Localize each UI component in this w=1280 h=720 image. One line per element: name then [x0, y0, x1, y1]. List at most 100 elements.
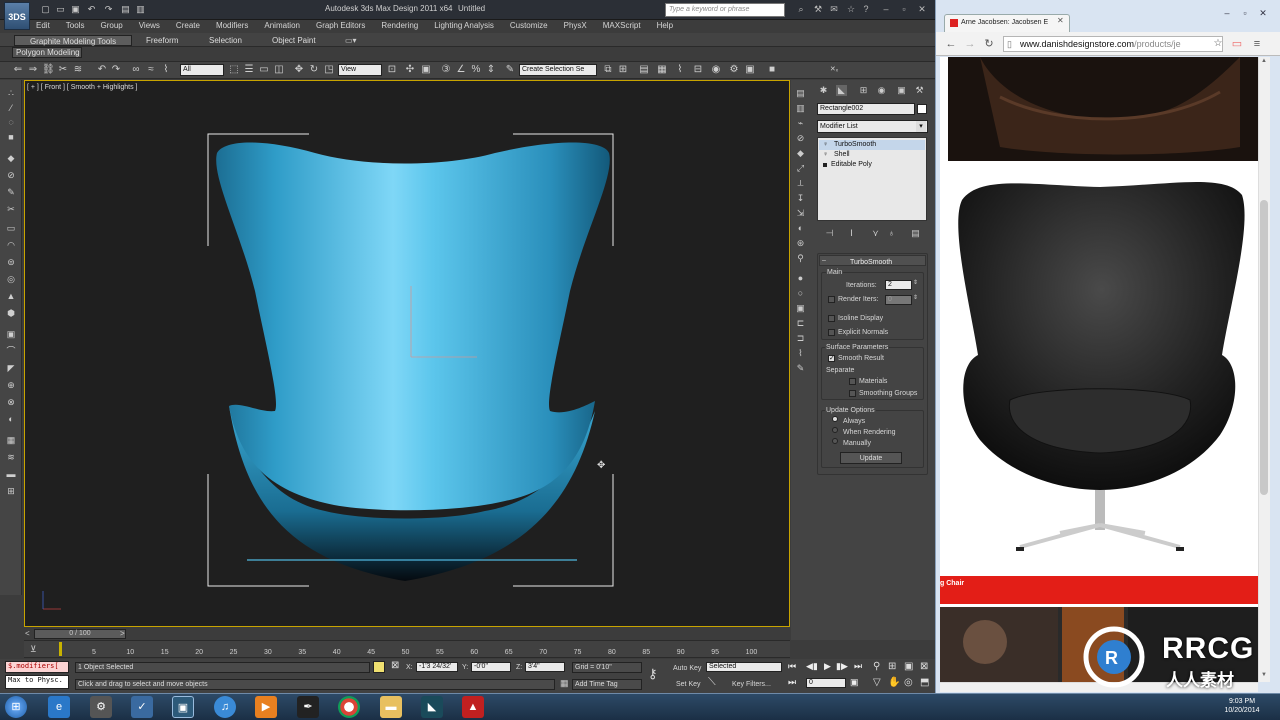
make-unique-icon[interactable]: ⋎	[870, 228, 881, 239]
modify-panel-icon[interactable]: ◣	[836, 85, 847, 96]
time-tag-icon[interactable]: ▦	[560, 678, 569, 689]
angle-snap-icon[interactable]: ∠	[455, 64, 467, 76]
create-panel-icon[interactable]: ✱	[818, 85, 829, 96]
modeling-icon-10[interactable]: ◐	[795, 223, 806, 234]
percent-snap-icon[interactable]: %	[470, 64, 482, 76]
3dsmax-taskbar-icon[interactable]: ▣	[172, 696, 194, 718]
render-setup-icon[interactable]: ⚙	[728, 64, 740, 76]
tab-freeform[interactable]: Freeform	[142, 35, 182, 46]
select-link-icon[interactable]: ⛓	[42, 64, 55, 76]
modeling-icon-17[interactable]: ⊐	[795, 333, 806, 344]
address-bar[interactable]: ▯ www.danishdesignstore.com/products/je	[1003, 36, 1223, 52]
undo-icon[interactable]: ↶	[86, 4, 97, 15]
auto-key-button[interactable]: Auto Key	[673, 664, 701, 673]
select-manipulate-icon[interactable]: ✣	[404, 64, 416, 76]
spinner-snap-icon[interactable]: ⇕	[485, 64, 497, 76]
app-icon[interactable]: ✒	[297, 696, 319, 718]
restore-icon[interactable]: ▫	[898, 3, 910, 16]
field-of-view-icon[interactable]: ▽	[873, 677, 881, 688]
open-file-icon[interactable]: ▭	[55, 4, 66, 15]
layer-manager-icon[interactable]: ▤	[638, 64, 650, 76]
tab-graphite-modeling-tools[interactable]: Graphite Modeling Tools	[14, 35, 132, 46]
rendered-frame-window-icon[interactable]: ▣	[744, 64, 756, 76]
prev-frame-icon[interactable]: <	[25, 629, 30, 638]
explicit-normals-checkbox[interactable]	[828, 329, 835, 336]
tab-close-icon[interactable]: ✕	[1057, 16, 1064, 25]
help-icon[interactable]: ?	[860, 3, 872, 16]
time-configuration-icon[interactable]: ▣	[850, 677, 859, 688]
window-crossing-icon[interactable]: ◫	[273, 64, 285, 76]
menu-graph-editors[interactable]: Graph Editors	[316, 20, 365, 32]
reload-icon[interactable]: ↻	[982, 37, 996, 51]
acrobat-icon[interactable]: ▲	[462, 696, 484, 718]
menu-animation[interactable]: Animation	[264, 20, 300, 32]
smooth-result-checkbox[interactable]: ✓	[828, 355, 835, 362]
link-icon[interactable]: ∞	[130, 64, 142, 76]
current-frame-field[interactable]: 0	[806, 678, 846, 688]
modeling-icon-11[interactable]: ⊛	[795, 238, 806, 249]
snap-toggle-icon[interactable]: ③	[440, 64, 452, 76]
modeling-icon-2[interactable]: ▥	[795, 103, 806, 114]
keyboard-shortcut-icon[interactable]: ▣	[420, 64, 432, 76]
chamfer-icon[interactable]: ◤	[5, 362, 17, 374]
undo-toolbar-icon[interactable]: ⇐	[12, 64, 24, 76]
utilities-panel-icon[interactable]: ⚒	[914, 85, 925, 96]
next-frame-icon[interactable]: >	[120, 629, 125, 638]
menu-modifiers[interactable]: Modifiers	[216, 20, 248, 32]
cut-icon[interactable]: ✂	[5, 203, 17, 215]
set-key-button[interactable]: Set Key	[676, 680, 701, 689]
ring-icon[interactable]: ◎	[5, 273, 17, 285]
hold-icon[interactable]: ▤	[120, 4, 131, 15]
play-icon[interactable]: ▶	[824, 661, 831, 672]
move-icon[interactable]: ✥	[293, 64, 305, 76]
window-maximize-icon[interactable]: ▫	[1238, 8, 1252, 18]
selection-set-dropdown[interactable]: Selected	[706, 662, 782, 672]
extrude-icon[interactable]: ▲	[5, 290, 17, 302]
key-mode-icon[interactable]: ⟍	[708, 676, 716, 689]
schematic-view-icon[interactable]: ⊟	[692, 64, 704, 76]
modeling-icon-13[interactable]: ●	[795, 273, 806, 284]
render-production-icon[interactable]: ■	[766, 64, 778, 76]
curve-editor-mini-icon[interactable]: ⊻	[30, 644, 37, 655]
product-image-black-egg-chair[interactable]	[940, 165, 1258, 575]
maxscript-listener-line[interactable]: $.modifiers[	[5, 661, 69, 673]
viewport-label[interactable]: [ + ] [ Front ] [ Smooth + Highlights ]	[27, 84, 138, 91]
pan-icon[interactable]: ✋	[888, 677, 900, 688]
modeling-icon-1[interactable]: ▤	[795, 88, 806, 99]
polygon-icon[interactable]: ■	[5, 131, 17, 143]
menu-group[interactable]: Group	[100, 20, 122, 32]
forward-icon[interactable]: →	[963, 37, 977, 51]
menu-icon[interactable]: ≡	[1250, 37, 1264, 51]
when-rendering-radio[interactable]	[832, 427, 838, 433]
zoom-extents-all-icon[interactable]: ⊠	[920, 661, 928, 672]
modeling-icon-6[interactable]: ⤢	[795, 163, 806, 174]
scrollbar-thumb[interactable]	[1260, 200, 1268, 495]
modifier-list-dropdown[interactable]: Modifier List ▾	[817, 120, 928, 133]
redo-icon[interactable]: ↷	[103, 4, 114, 15]
materials-checkbox[interactable]	[849, 378, 856, 385]
tessellate-icon[interactable]: ▦	[5, 434, 17, 446]
autodesk-icon[interactable]: ◣	[421, 696, 443, 718]
tab-selection[interactable]: Selection	[205, 35, 246, 46]
lock-selection-icon[interactable]	[373, 661, 385, 673]
lightbulb-icon[interactable]: ♀	[823, 150, 828, 160]
bevel-icon[interactable]: ⬢	[5, 307, 17, 319]
back-icon[interactable]: ←	[944, 37, 958, 51]
iterations-spinner[interactable]: 2	[885, 280, 912, 290]
browser-tab[interactable]: Arne Jacobsen: Jacobsen E	[944, 14, 1070, 32]
menu-views[interactable]: Views	[139, 20, 160, 32]
render-iters-checkbox[interactable]	[828, 296, 835, 303]
redo-icon[interactable]: ↷	[110, 64, 122, 76]
motion-panel-icon[interactable]: ◉	[876, 85, 887, 96]
make-planar-icon[interactable]: ▬	[5, 468, 17, 480]
object-color-swatch[interactable]	[917, 104, 927, 114]
menu-create[interactable]: Create	[176, 20, 200, 32]
communication-center-icon[interactable]: ✉	[828, 3, 840, 16]
minimize-icon[interactable]: –	[880, 3, 892, 16]
expand-icon[interactable]	[823, 163, 827, 167]
scroll-up-icon[interactable]: ▲	[1261, 58, 1267, 64]
z-coordinate-field[interactable]: 3'4"	[525, 662, 565, 672]
chair-model[interactable]: ✥	[25, 81, 791, 628]
remove-modifier-icon[interactable]: ♁	[886, 228, 897, 239]
unlink-icon[interactable]: ✂	[57, 64, 69, 76]
